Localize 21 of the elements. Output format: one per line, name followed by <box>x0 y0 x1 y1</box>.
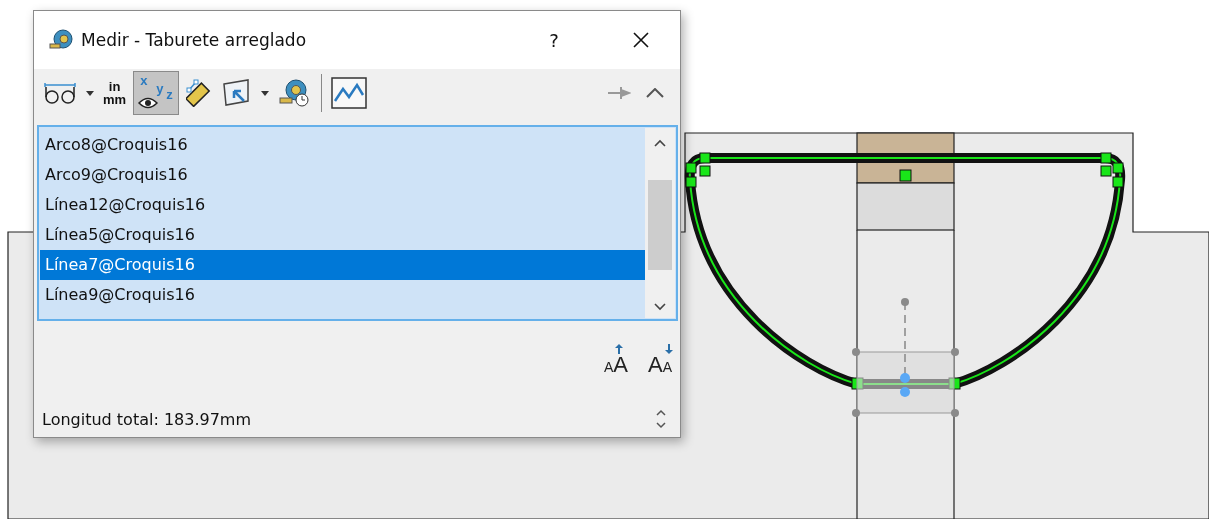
scroll-down-icon <box>653 302 667 312</box>
total-length-text: Longitud total: 183.97mm <box>42 409 253 429</box>
eye-icon <box>138 97 159 109</box>
scroll-up-icon <box>653 138 667 148</box>
increase-font-button[interactable]: AA <box>603 344 628 378</box>
units-tool-button[interactable]: in mm <box>102 71 128 115</box>
list-item[interactable]: Línea7@Croquis16 <box>40 250 645 280</box>
arrow-up-icon <box>614 344 623 354</box>
chevron-up-icon <box>646 88 664 98</box>
arrow-down-icon <box>664 344 673 354</box>
help-button[interactable]: ? <box>544 29 564 51</box>
decrease-font-button[interactable]: AA <box>647 344 672 378</box>
scrollbar[interactable] <box>645 128 675 318</box>
window-title: Medir - Taburete arreglado <box>81 30 308 50</box>
list-item[interactable]: Línea5@Croquis16 <box>40 220 645 250</box>
list-item[interactable]: Arco9@Croquis16 <box>40 160 645 190</box>
tape-measure-icon <box>49 29 73 51</box>
list-item[interactable]: Arco8@Croquis16 <box>40 130 645 160</box>
list-item[interactable]: Línea9@Croquis16 <box>40 280 645 310</box>
list-item[interactable]: Línea12@Croquis16 <box>40 190 645 220</box>
pin-icon <box>607 86 631 100</box>
